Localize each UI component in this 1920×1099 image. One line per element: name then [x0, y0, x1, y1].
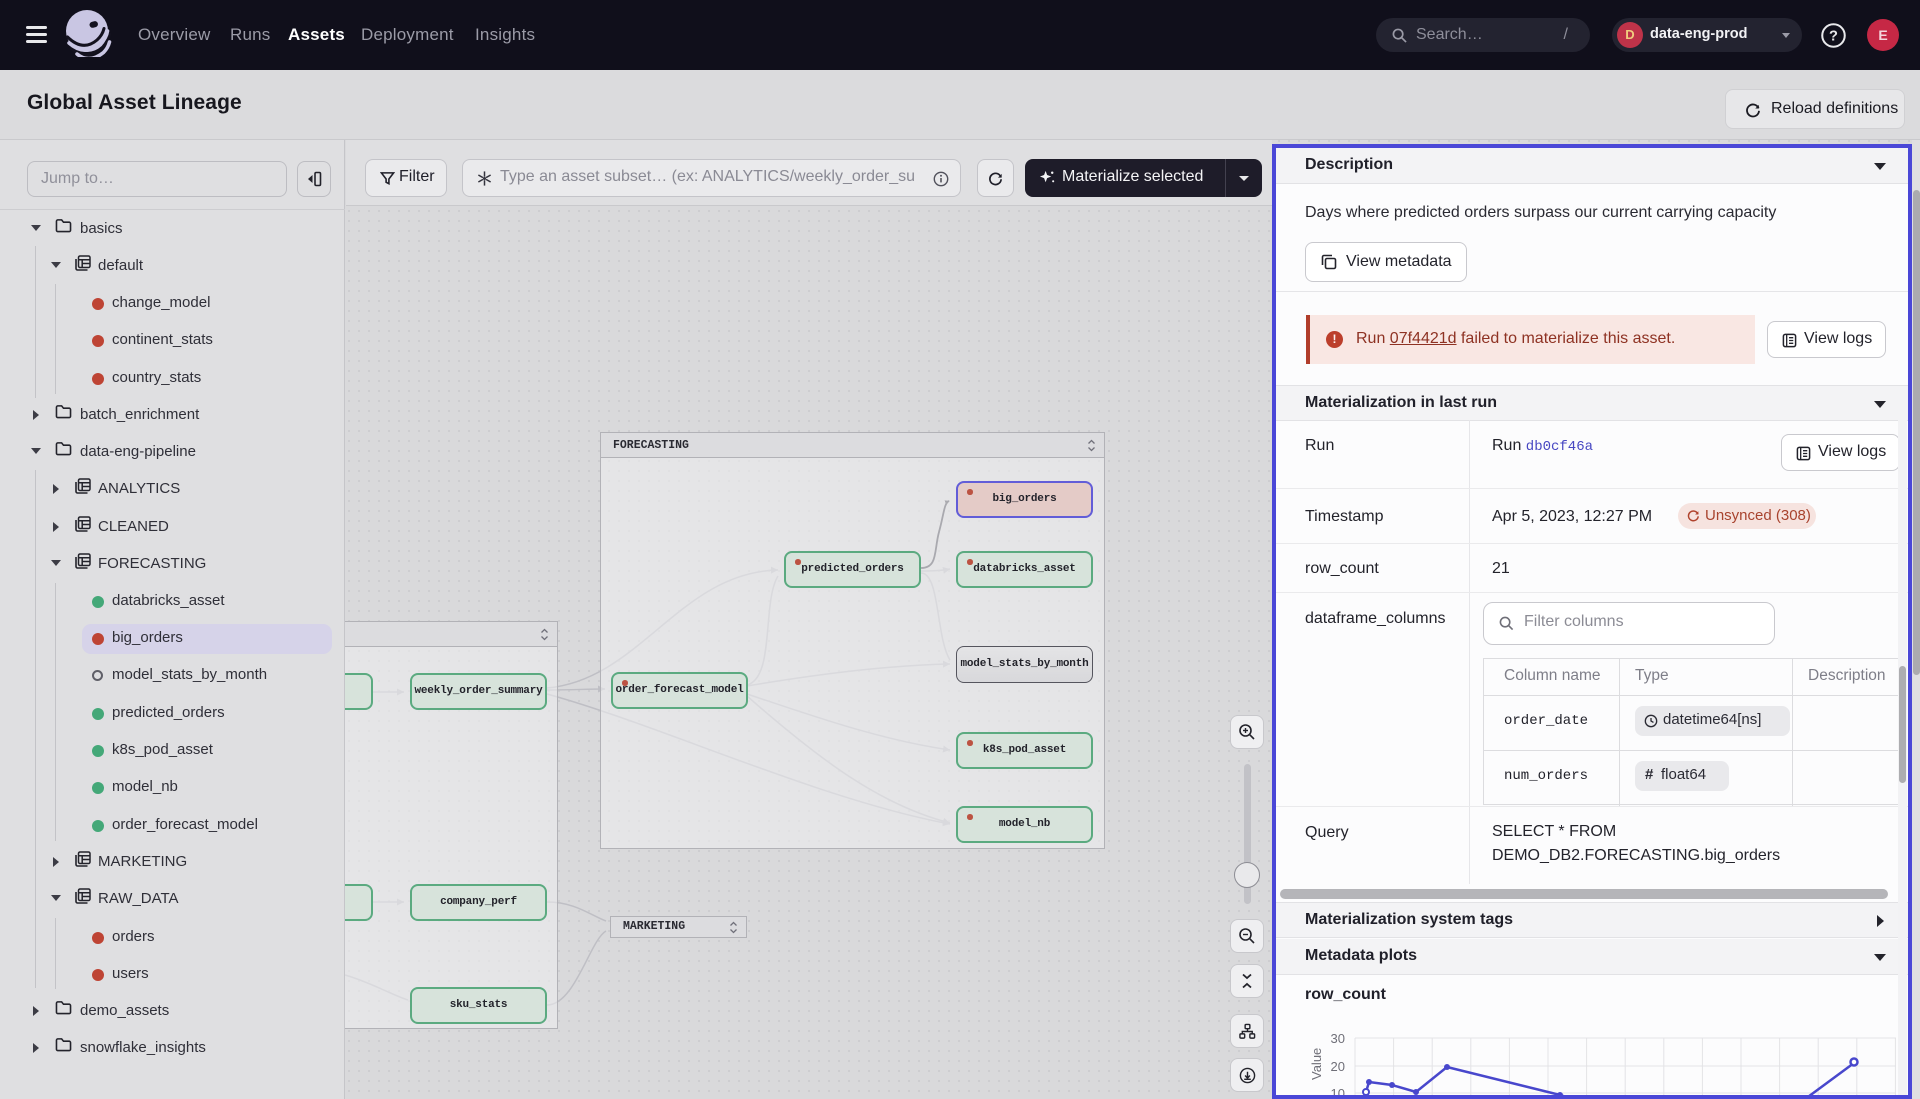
svg-text:?: ? — [1829, 29, 1838, 45]
svg-text:30: 30 — [1331, 1031, 1345, 1046]
svg-text:Value: Value — [1309, 1048, 1324, 1080]
svg-text:10: 10 — [1331, 1086, 1345, 1095]
svg-text:20: 20 — [1331, 1059, 1345, 1074]
